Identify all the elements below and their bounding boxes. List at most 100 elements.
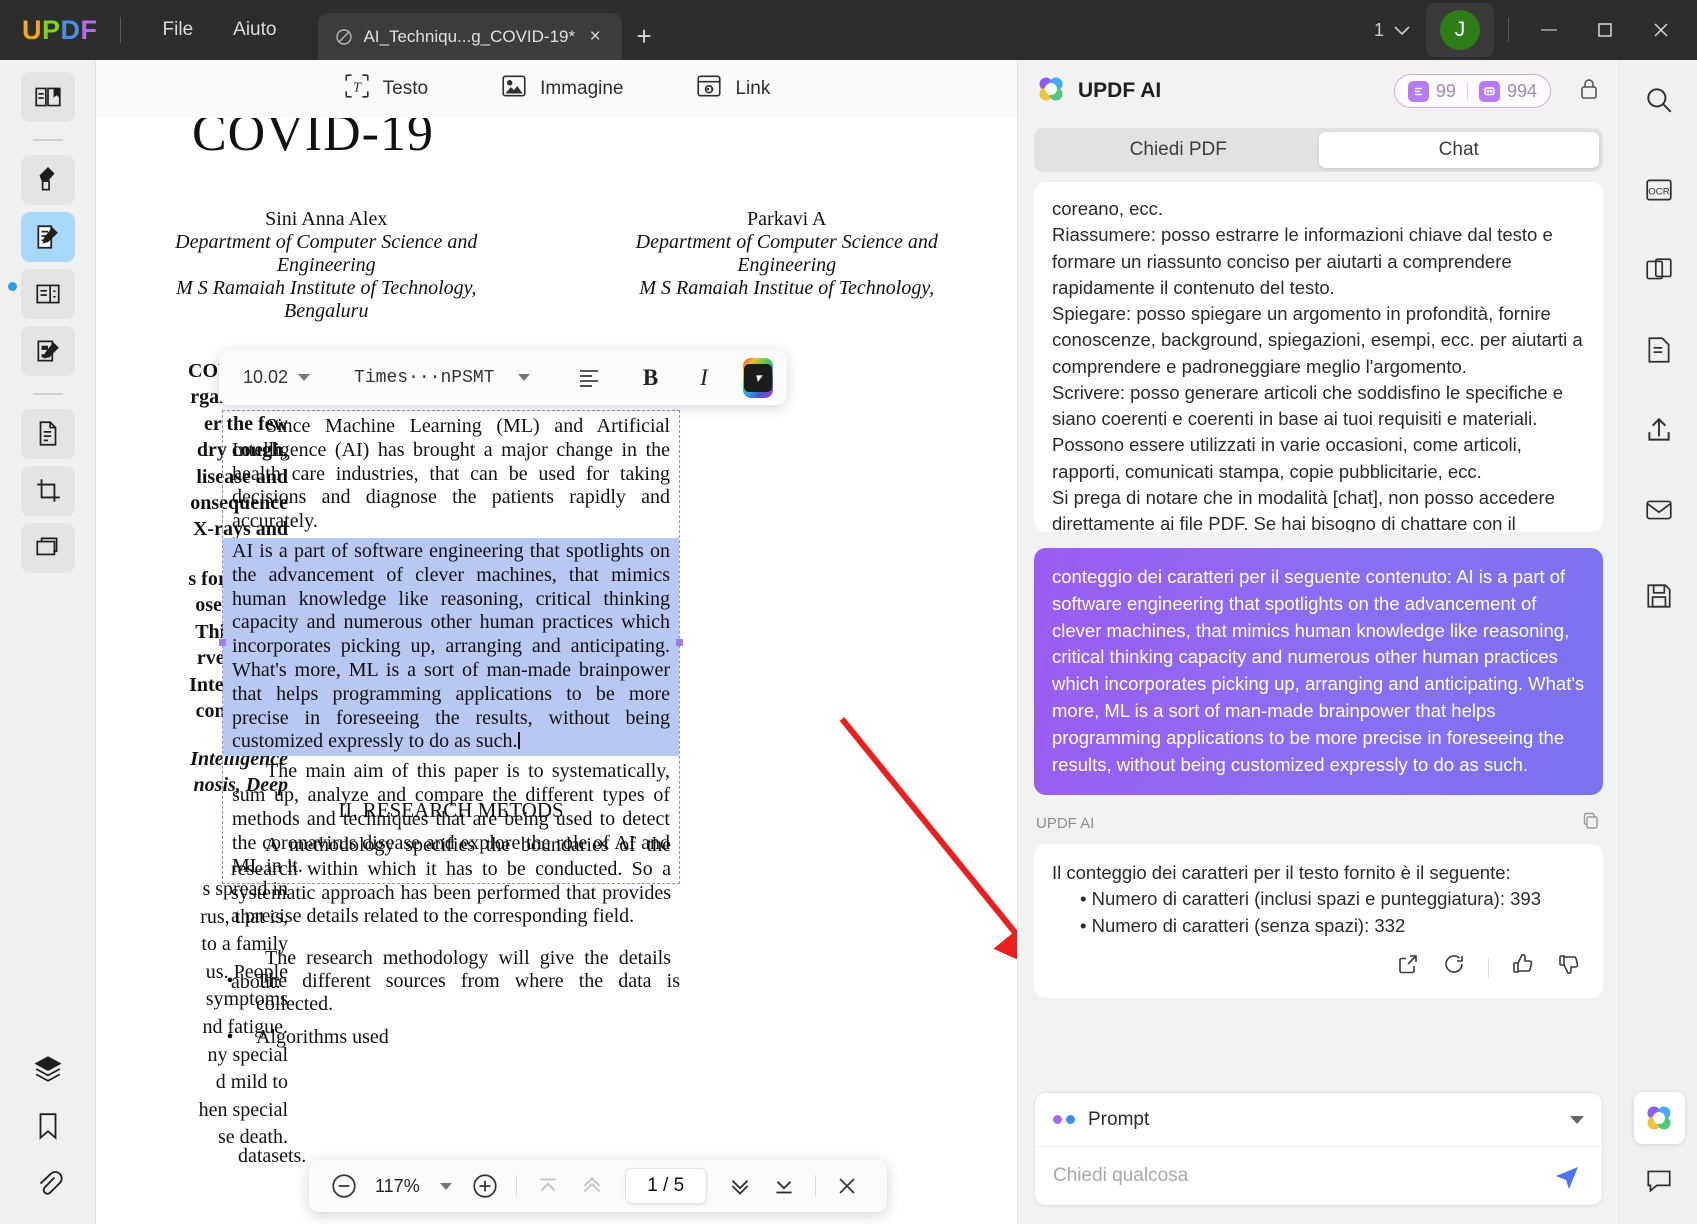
chat-input[interactable] <box>1053 1165 1550 1187</box>
list-item: • Algorithms used <box>222 1026 680 1049</box>
tab-title: AI_Techniqu...g_COVID-19* <box>363 26 576 46</box>
copy-icon[interactable] <box>1581 811 1601 836</box>
account-button[interactable]: J <box>1426 3 1494 57</box>
logo-letter-p: P <box>42 14 61 45</box>
sidebar-item-batch[interactable] <box>20 523 75 573</box>
chevron-down-icon <box>298 374 311 381</box>
right-rail-updf-ai-flower-icon[interactable] <box>1632 1092 1685 1144</box>
menu-aiuto[interactable]: Aiuto <box>213 0 296 60</box>
italic-label: I <box>700 364 708 390</box>
chat-thread[interactable]: coreano, ecc. Riassumere: posso estrarre… <box>1018 172 1619 1082</box>
page-navigation-bar[interactable]: 117% 1 / 5 <box>309 1160 887 1212</box>
credits-badges[interactable]: 99 994 <box>1393 74 1551 108</box>
pagebar-divider-2 <box>814 1175 816 1197</box>
tool-immagine[interactable]: Immagine <box>500 72 623 106</box>
title-bar: UPDF File Aiuto AI_Techniqu...g_COVID-19… <box>0 0 1697 60</box>
close-button[interactable] <box>1635 0 1687 60</box>
share-icon[interactable] <box>1633 404 1685 456</box>
zoom-in-icon[interactable] <box>466 1167 504 1205</box>
align-left-icon[interactable] <box>572 358 605 398</box>
titlebar-right: 1 J — <box>1362 0 1697 60</box>
search-icon[interactable] <box>1633 74 1685 126</box>
comment-icon[interactable] <box>1633 1154 1685 1206</box>
prompt-composer: Prompt <box>1034 1092 1603 1206</box>
sidebar-item-layers[interactable] <box>21 1044 75 1094</box>
sidebar-item-crop[interactable] <box>20 466 75 516</box>
open-external-icon[interactable] <box>1396 952 1420 984</box>
document-credits-icon <box>1407 80 1429 102</box>
bold-button[interactable]: B <box>634 358 667 398</box>
text-format-toolbar[interactable]: 10.02 Times···nPSMT B I ▾ <box>219 350 787 405</box>
prev-page-icon[interactable] <box>573 1167 611 1205</box>
sidebar-item-ocr[interactable] <box>20 409 75 459</box>
send-icon[interactable] <box>1550 1159 1584 1193</box>
logo-letter-d: D <box>60 14 81 45</box>
response-intro: Il conteggio dei caratteri per il testo … <box>1052 861 1511 883</box>
protect-doc-icon[interactable] <box>1633 324 1685 376</box>
sidebar-item-organize-pages[interactable] <box>20 269 75 319</box>
ai-panel-header: UPDF AI 99 994 <box>1018 60 1619 122</box>
compare-icon[interactable] <box>1633 244 1685 296</box>
menu-file[interactable]: File <box>143 0 214 60</box>
font-size-value: 10.02 <box>243 367 289 387</box>
ai-panel-title: UPDF AI <box>1078 79 1162 102</box>
close-pagebar-icon[interactable] <box>828 1167 866 1205</box>
regenerate-icon[interactable] <box>1442 952 1466 984</box>
chevron-down-icon[interactable] <box>1570 1115 1584 1124</box>
ai-mode-tabs: Chiedi PDF Chat <box>1034 128 1603 172</box>
email-icon[interactable] <box>1633 484 1685 536</box>
last-page-icon[interactable] <box>765 1167 803 1205</box>
font-size-selector[interactable]: 10.02 <box>233 367 320 388</box>
sidebar-item-fill-sign[interactable] <box>20 326 75 376</box>
zoom-level-value[interactable]: 117% <box>369 1176 426 1197</box>
zoom-out-icon[interactable] <box>325 1167 363 1205</box>
prompt-selector[interactable]: Prompt <box>1035 1093 1602 1147</box>
sidebar-item-highlighter[interactable] <box>20 155 75 205</box>
list-item-text: Algorithms used <box>256 1026 389 1048</box>
scroll-position-dot <box>8 282 17 291</box>
save-icon[interactable] <box>1633 570 1685 622</box>
document-tab[interactable]: AI_Techniqu...g_COVID-19* × <box>318 13 623 60</box>
rail-divider-1 <box>32 139 63 141</box>
account-page-selector[interactable]: 1 <box>1362 20 1422 41</box>
tool-testo[interactable]: T Testo <box>343 72 428 106</box>
sidebar-item-attachments[interactable] <box>21 1158 75 1208</box>
selection-handle-left[interactable] <box>219 639 226 646</box>
thumbs-up-icon[interactable] <box>1511 952 1535 984</box>
minimize-button[interactable]: — <box>1523 0 1575 60</box>
font-family-selector[interactable]: Times···nPSMT <box>344 368 540 388</box>
sidebar-item-reader-mode[interactable] <box>20 72 75 122</box>
selection-handle-right[interactable] <box>676 639 683 646</box>
thumbs-down-icon[interactable] <box>1557 952 1581 984</box>
tool-link[interactable]: Link <box>695 72 770 106</box>
author-2-name: Parkavi A <box>747 208 827 230</box>
lock-icon[interactable] <box>1577 77 1601 106</box>
ocr-icon[interactable]: OCR <box>1633 164 1685 216</box>
right-toolbar: OCR <box>1619 60 1697 1224</box>
sidebar-item-edit-pdf[interactable] <box>20 212 75 262</box>
paragraph-1[interactable]: Since Machine Learning (ML) and Artifici… <box>223 411 679 538</box>
author-2-line-3: M S Ramaiah Institue of Technology, <box>639 277 935 299</box>
first-page-icon[interactable] <box>529 1167 567 1205</box>
pdf-page[interactable]: COVID-19 Sini Anna Alex Department of Co… <box>96 118 1017 1224</box>
close-tab-icon[interactable]: × <box>584 26 606 48</box>
bullet-marker: • <box>226 1026 234 1048</box>
sidebar-item-bookmarks[interactable] <box>21 1101 75 1151</box>
left-toolbar <box>0 60 95 1224</box>
italic-button[interactable]: I <box>687 358 720 398</box>
next-page-icon[interactable] <box>721 1167 759 1205</box>
maximize-button[interactable] <box>1579 0 1631 60</box>
new-tab-button[interactable]: + <box>622 13 666 60</box>
chevron-down-icon[interactable] <box>439 1182 452 1190</box>
logo-letter-u: U <box>22 14 42 45</box>
user-message: conteggio dei caratteri per il seguente … <box>1034 548 1603 795</box>
page-indicator[interactable]: 1 / 5 <box>624 1168 707 1204</box>
section-heading: II. RESEARCH METODS <box>338 798 564 822</box>
text-color-picker[interactable]: ▾ <box>742 357 774 398</box>
author-2: Parkavi A Department of Computer Science… <box>557 208 1018 323</box>
tab-strip: AI_Techniqu...g_COVID-19* × + <box>318 0 666 60</box>
paragraph-highlighted[interactable]: AI is a part of software engineering tha… <box>223 537 679 757</box>
tab-chiedi-pdf[interactable]: Chiedi PDF <box>1038 132 1319 168</box>
tab-chat[interactable]: Chat <box>1318 132 1599 168</box>
doc-slash-icon <box>334 27 354 47</box>
